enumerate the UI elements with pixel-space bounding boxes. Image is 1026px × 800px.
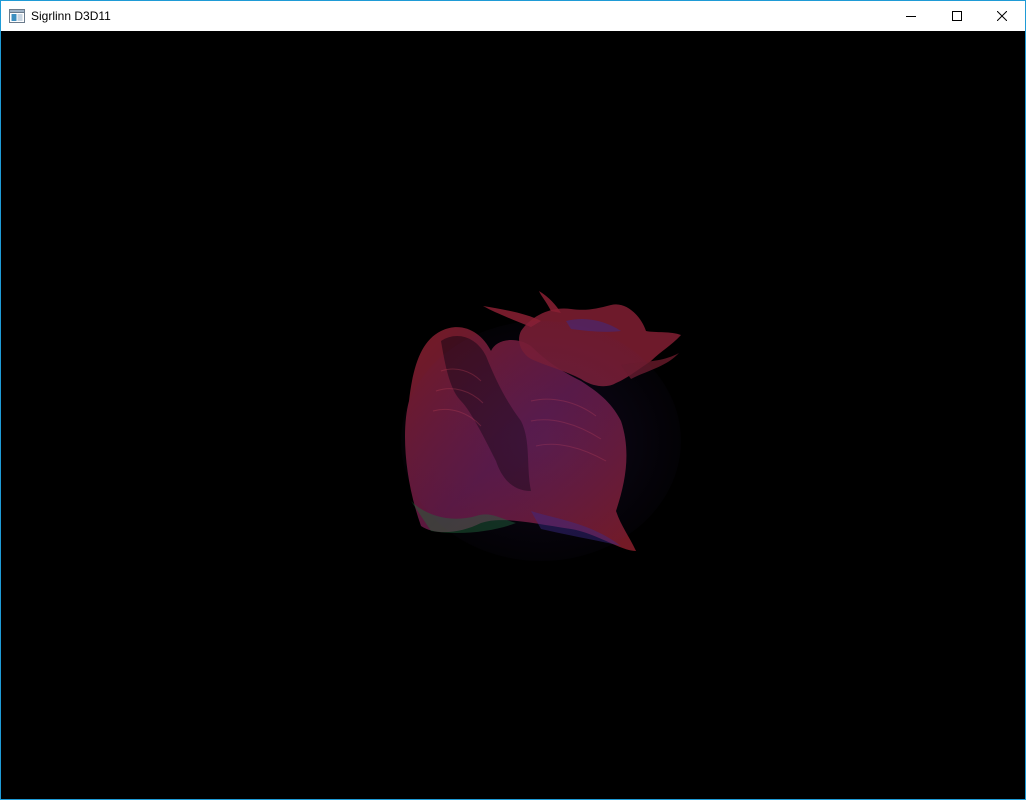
- window-title: Sigrlinn D3D11: [31, 9, 111, 23]
- title-bar[interactable]: Sigrlinn D3D11: [1, 1, 1025, 31]
- minimize-icon: [906, 16, 916, 17]
- dragon-model: [401, 291, 681, 561]
- app-window: Sigrlinn D3D11: [0, 0, 1026, 800]
- close-button[interactable]: [979, 1, 1025, 31]
- minimize-button[interactable]: [888, 1, 934, 31]
- maximize-icon: [952, 11, 962, 21]
- window-app-icon[interactable]: [9, 8, 25, 24]
- maximize-button[interactable]: [934, 1, 980, 31]
- close-icon: [997, 11, 1007, 21]
- render-viewport[interactable]: [1, 31, 1025, 799]
